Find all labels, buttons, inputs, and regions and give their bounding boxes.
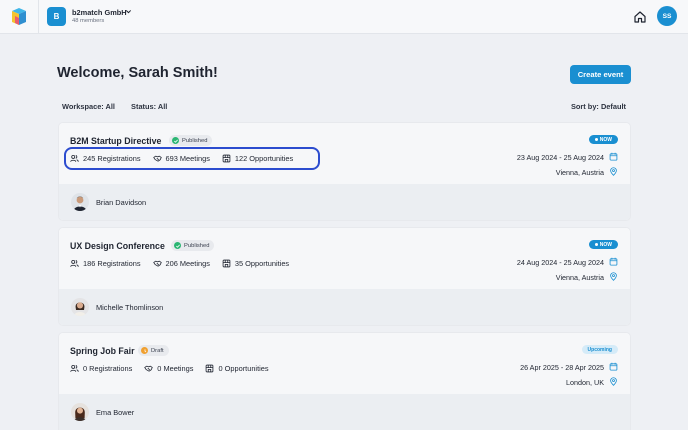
status-label: Published (182, 137, 208, 144)
avatar (71, 298, 89, 316)
event-location: Vienna, Austria (555, 273, 604, 282)
opportunities-count: 35 Opportunities (234, 259, 290, 268)
event-stats: 0 Registrations 0 Meetings 0 Opportuniti… (70, 364, 269, 373)
handshake-icon (144, 365, 153, 372)
event-date: 23 Aug 2024 - 25 Aug 2024 (516, 153, 604, 162)
event-stats: 186 Registrations 206 Meetings 35 Opport… (70, 259, 289, 268)
store-icon (222, 259, 231, 268)
users-icon (70, 259, 79, 267)
home-icon[interactable] (633, 10, 647, 24)
event-organizer-row: Michelle Thomlinson (59, 289, 630, 325)
avatar (71, 193, 89, 211)
status-badge: Published (169, 135, 213, 146)
opportunities-count: 0 Opportunities (218, 364, 269, 373)
org-avatar[interactable]: B (47, 7, 66, 26)
meetings-stat: 0 Meetings (144, 364, 193, 373)
registrations-count: 0 Registrations (83, 364, 133, 373)
create-event-button[interactable]: Create event (570, 65, 631, 84)
org-member-count: 48 members (72, 18, 105, 24)
users-icon (70, 364, 79, 372)
organizer-name: Michelle Thomlinson (96, 303, 164, 312)
organizer-name: Brian Davidson (96, 198, 147, 207)
org-name[interactable]: b2match GmbH (72, 8, 127, 17)
now-label: NOW (599, 136, 612, 143)
meetings-stat: 206 Meetings (152, 259, 210, 268)
chevron-down-icon[interactable] (125, 8, 132, 15)
now-badge: NOW (588, 240, 618, 249)
draft-icon (141, 347, 148, 354)
user-avatar[interactable]: SS (657, 6, 677, 26)
registrations-count: 186 Registrations (83, 259, 141, 268)
now-badge: NOW (588, 135, 618, 144)
event-card[interactable]: UX Design Conference Published 186 Regis… (58, 227, 631, 326)
store-icon (206, 364, 214, 373)
status-filter[interactable]: Status: All (131, 102, 167, 111)
check-circle-icon (172, 137, 179, 144)
organizer-name: Ema Bower (96, 408, 135, 417)
event-location: London, UK (566, 378, 604, 387)
divider (38, 0, 39, 34)
page-title: Welcome, Sarah Smith! (57, 65, 218, 81)
status-label: Draft (151, 347, 164, 354)
registrations-stat: 186 Registrations (70, 259, 141, 268)
sort-dropdown[interactable]: Sort by: Default (571, 102, 626, 111)
location-pin-icon (610, 272, 617, 281)
meetings-count: 206 Meetings (165, 259, 210, 268)
location-pin-icon (610, 167, 617, 176)
calendar-icon (609, 257, 618, 266)
event-title[interactable]: B2M Startup Directive (70, 136, 161, 146)
upcoming-label: Upcoming (587, 346, 612, 353)
check-circle-icon (174, 242, 181, 249)
status-label: Published (184, 242, 210, 249)
event-organizer-row: Ema Bower (59, 394, 630, 430)
opportunities-stat: 0 Opportunities (205, 364, 269, 373)
stats-highlight-outline (64, 147, 320, 170)
opportunities-stat: 35 Opportunities (222, 259, 289, 268)
event-card[interactable]: Spring Job Fair Draft 0 Registrations 0 … (58, 332, 631, 430)
event-title[interactable]: UX Design Conference (70, 241, 165, 251)
status-badge: Published (171, 240, 215, 251)
handshake-icon (152, 260, 162, 267)
b2match-logo-icon[interactable] (10, 7, 28, 27)
status-badge: Draft (138, 345, 169, 356)
location-pin-icon (610, 377, 617, 386)
top-bar: B b2match GmbH 48 members SS (0, 0, 688, 34)
event-date: 26 Apr 2025 - 28 Apr 2025 (520, 363, 604, 372)
avatar (71, 403, 89, 421)
upcoming-badge: Upcoming (581, 345, 618, 354)
event-organizer-row: Brian Davidson (59, 184, 630, 220)
now-label: NOW (599, 241, 612, 248)
registrations-stat: 0 Registrations (70, 364, 132, 373)
calendar-icon (609, 362, 618, 371)
calendar-icon (609, 152, 618, 161)
event-date: 24 Aug 2024 - 25 Aug 2024 (516, 258, 604, 267)
event-title[interactable]: Spring Job Fair (70, 346, 135, 356)
meetings-count: 0 Meetings (157, 364, 194, 373)
event-location: Vienna, Austria (555, 168, 604, 177)
workspace-filter[interactable]: Workspace: All (62, 102, 115, 111)
filter-bar: Workspace: All Status: All (62, 102, 181, 111)
event-card[interactable]: B2M Startup Directive Published 245 Regi… (58, 122, 631, 221)
